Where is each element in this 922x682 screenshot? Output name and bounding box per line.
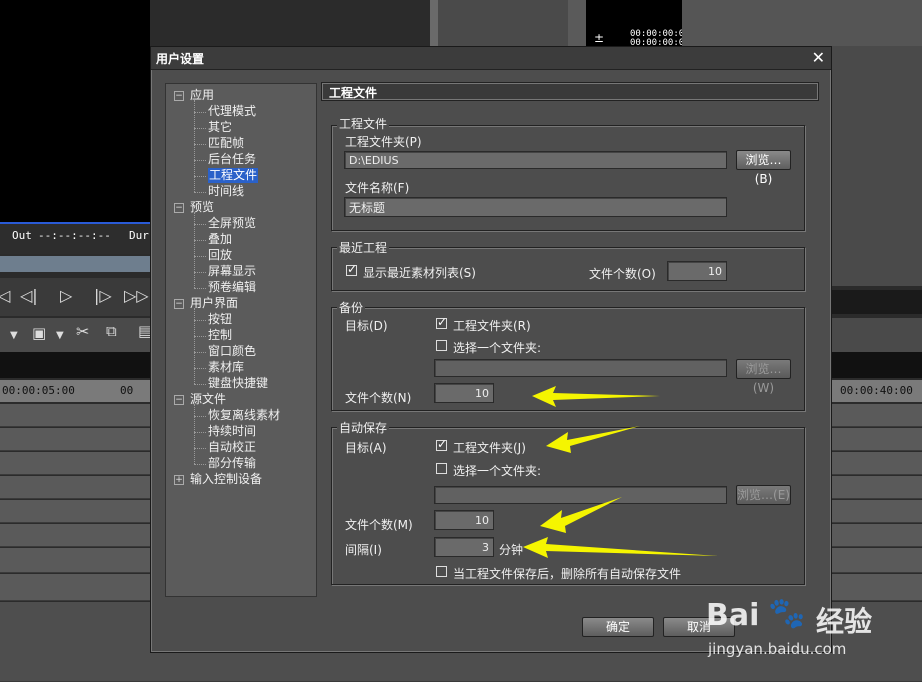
- watermark-brand-left: Bai: [706, 598, 760, 633]
- baidu-watermark: Bai 🐾 经验 jingyan.baidu.com: [706, 596, 916, 662]
- watermark-brand-right: 经验: [816, 605, 873, 638]
- watermark-url: jingyan.baidu.com: [708, 640, 847, 658]
- paw-icon: 🐾: [768, 596, 806, 631]
- annotation-arrows: [523, 386, 718, 558]
- arrow-backup-count: [532, 386, 660, 407]
- arrow-autosave-folder: [546, 426, 640, 453]
- arrow-autosave-count: [540, 497, 622, 533]
- arrow-autosave-interval: [523, 537, 718, 558]
